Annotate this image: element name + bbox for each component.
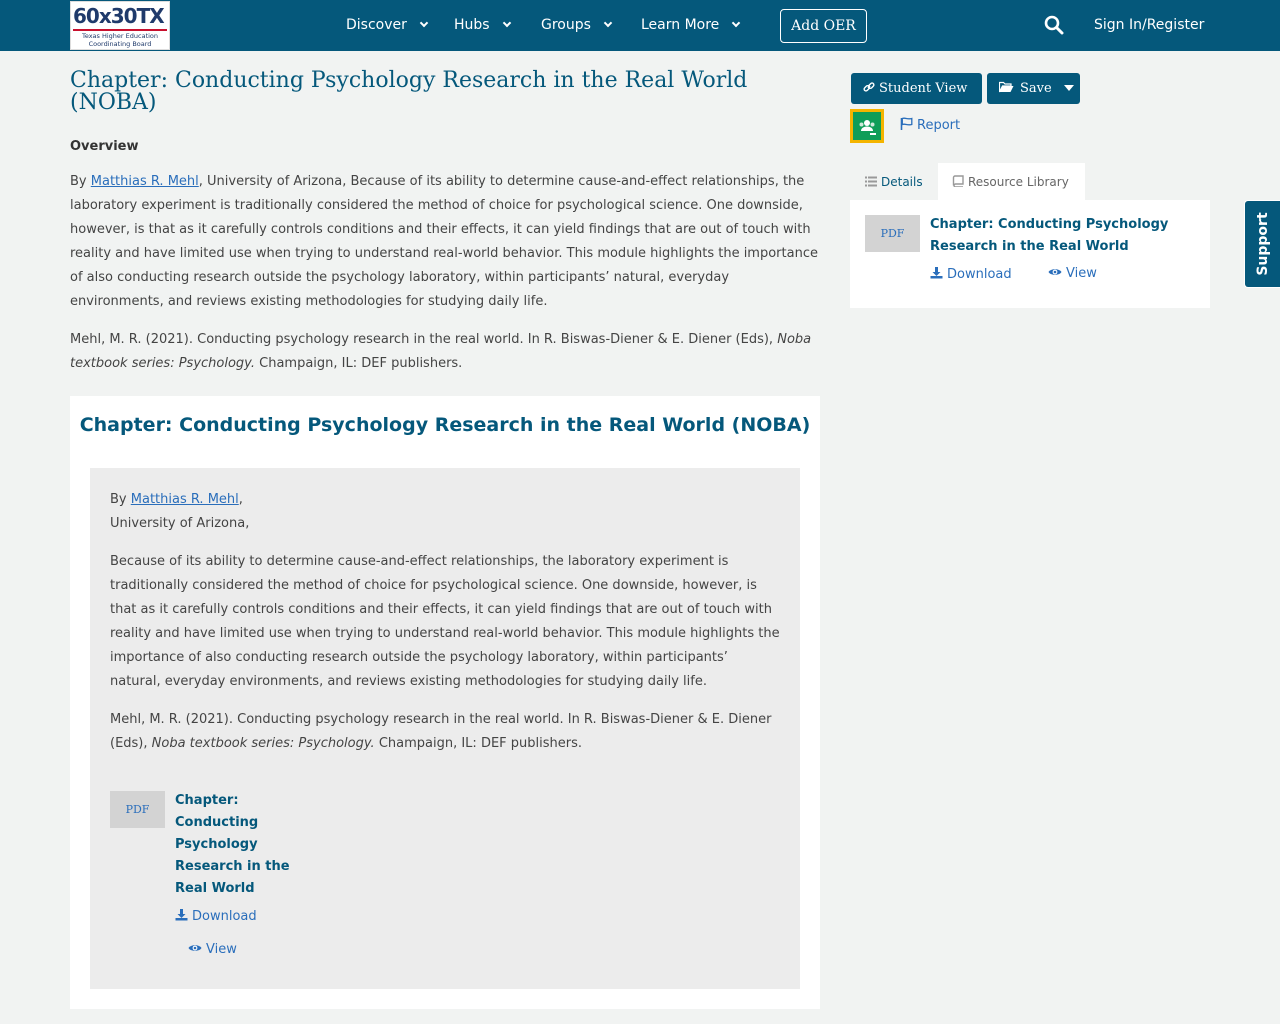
nav-learn-more-label: Learn More [641,17,720,33]
sidebar-view-link[interactable]: View [1048,266,1097,281]
pdf-thumbnail[interactable]: PDF [865,215,920,252]
student-view-button[interactable]: Student View [851,73,982,104]
card-author-line: By Matthias R. Mehl, [110,492,243,507]
download-icon [930,267,943,279]
sidebar-resource-title[interactable]: Chapter: Conducting Psychology Research … [930,214,1200,258]
card-body: By Matthias R. Mehl, University of Arizo… [90,468,800,989]
sign-in-register-link[interactable]: Sign In/Register [1094,17,1204,33]
eye-icon [1048,269,1062,275]
search-icon[interactable] [1044,15,1064,35]
card-citation: Mehl, M. R. (2021). Conducting psycholog… [110,712,772,751]
card-resource-title[interactable]: Chapter: Conducting Psychology Research … [175,790,305,900]
nav-learn-more[interactable]: Learn More [641,17,741,33]
chevron-down-icon [419,18,429,28]
chevron-down-icon [603,18,613,28]
content-card: Chapter: Conducting Psychology Research … [70,396,820,1009]
card-title: Chapter: Conducting Psychology Research … [79,414,811,436]
nav-groups-label: Groups [541,17,591,33]
folder-open-icon [999,81,1014,93]
page-title: Chapter: Conducting Psychology Research … [70,68,748,115]
top-navbar: 60x30TX Texas Higher Education Coordinat… [0,0,1280,51]
google-classroom-icon [853,112,881,140]
tab-details[interactable]: Details [850,163,937,201]
overview-heading: Overview [70,139,139,154]
save-dropdown-button[interactable]: Save [987,73,1080,104]
nav-hubs[interactable]: Hubs [454,17,511,33]
google-classroom-button[interactable] [850,109,884,143]
card-view-link[interactable]: View [188,942,237,957]
card-download-link[interactable]: Download [175,908,257,924]
report-link[interactable]: Report [900,117,960,133]
support-tab[interactable]: Support [1244,200,1280,288]
chevron-down-icon [732,18,741,28]
chevron-down-icon [502,18,511,28]
flag-icon [900,117,913,130]
book-icon [952,175,964,187]
tab-resource-library[interactable]: Resource Library [938,163,1085,201]
citation-text: Mehl, M. R. (2021). Conducting psycholog… [70,332,812,371]
logo-subtext: Texas Higher Education Coordinating Boar… [81,32,159,48]
logo-main-text: 60x30TX [73,4,165,28]
nav-groups[interactable]: Groups [541,17,613,33]
caret-down-icon [1063,85,1074,91]
eye-icon [188,945,202,951]
nav-discover[interactable]: Discover [346,17,429,33]
download-icon [175,909,188,921]
overview-text: By Matthias R. Mehl, University of Arizo… [70,174,818,309]
site-logo[interactable]: 60x30TX Texas Higher Education Coordinat… [70,1,170,50]
sidebar-download-link[interactable]: Download [930,266,1012,282]
card-affiliation: University of Arizona, [110,516,250,531]
logo-stripe [73,29,167,31]
list-icon [865,176,877,187]
card-author-link[interactable]: Matthias R. Mehl [131,492,239,507]
resource-library-panel: PDF Chapter: Conducting Psychology Resea… [850,200,1210,308]
nav-hubs-label: Hubs [454,17,490,33]
pdf-thumbnail[interactable]: PDF [110,791,165,828]
nav-discover-label: Discover [346,17,407,33]
support-label: Support [1254,212,1271,276]
add-oer-button[interactable]: Add OER [780,9,867,43]
card-abstract: Because of its ability to determine caus… [110,554,780,689]
link-icon [863,82,875,92]
author-link[interactable]: Matthias R. Mehl [91,174,199,189]
